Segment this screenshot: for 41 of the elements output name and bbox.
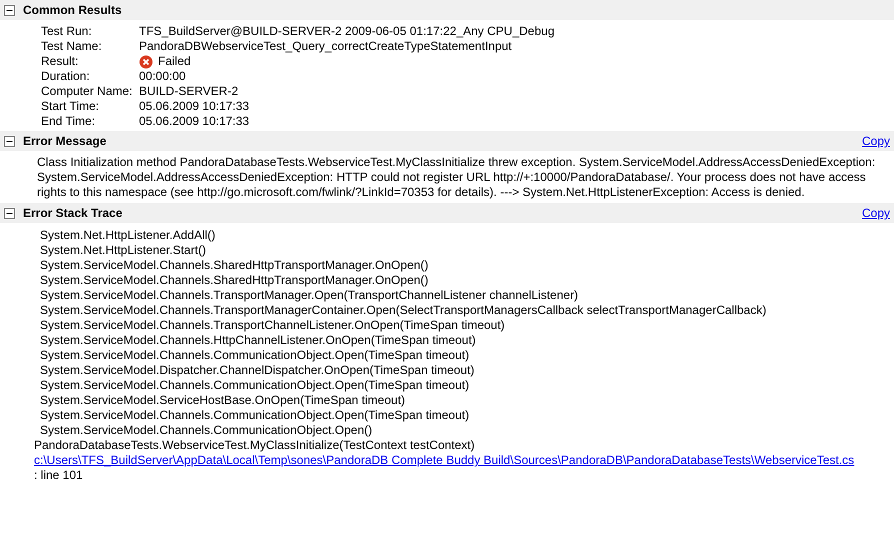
stack-frame: System.ServiceModel.Channels.SharedHttpTransportManager.OnOpen() xyxy=(34,258,428,272)
stack-frame: : line 101 xyxy=(34,468,83,482)
section-title: Error Message xyxy=(23,134,106,148)
section-title: Error Stack Trace xyxy=(23,206,122,220)
field-label: Test Run: xyxy=(41,24,93,39)
field-value: Failed xyxy=(158,54,191,69)
field-value: TFS_BuildServer@BUILD-SERVER-2 2009-06-05 01:17:22_Any CPU_Debug xyxy=(139,24,555,39)
stack-frame: System.ServiceModel.ServiceHostBase.OnOpen(TimeSpan timeout) xyxy=(34,393,406,407)
stack-frame: System.ServiceModel.Channels.TransportManager.Open(TransportChannelListener channelListener) xyxy=(34,288,578,302)
stack-frame: System.ServiceModel.Channels.SharedHttpTransportManager.OnOpen() xyxy=(34,273,428,287)
field-label: Duration: xyxy=(41,69,91,84)
stack-frame: System.ServiceModel.Channels.TransportManagerContainer.Open(SelectTransportManagersCallback selectTransportManagerCallback) xyxy=(34,303,766,317)
field-label: Result: xyxy=(41,54,80,69)
stack-frame: System.ServiceModel.Channels.CommunicationObject.Open() xyxy=(34,423,372,437)
stack-frame: PandoraDatabaseTests.WebserviceTest.MyClassInitialize(TestContext testContext) xyxy=(34,438,475,452)
field-label: Test Name: xyxy=(41,39,103,54)
collapse-icon[interactable] xyxy=(4,208,15,218)
stack-frame: System.ServiceModel.Channels.TransportChannelListener.OnOpen(TimeSpan timeout) xyxy=(34,318,505,332)
stack-frame: System.Net.HttpListener.AddAll() xyxy=(34,228,216,242)
collapse-icon[interactable] xyxy=(4,136,15,146)
field-label: Computer Name: xyxy=(41,84,134,99)
stack-frame: System.ServiceModel.Channels.HttpChannelListener.OnOpen(TimeSpan timeout) xyxy=(34,333,476,347)
field-label: End Time: xyxy=(41,114,96,129)
stack-frame: System.Net.HttpListener.Start() xyxy=(34,243,206,257)
file-link[interactable]: c:\Users\TFS_BuildServer\AppData\Local\Temp\sones\PandoraDB Complete Buddy Build\Sources\PandoraDB\PandoraDatabaseTests\WebserviceTest.cs xyxy=(34,453,854,467)
stack-frame: System.ServiceModel.Dispatcher.ChannelDispatcher.OnOpen(TimeSpan timeout) xyxy=(34,363,474,377)
field-value: 05.06.2009 10:17:33 xyxy=(139,114,250,129)
failed-icon xyxy=(139,54,153,68)
field-label: Start Time: xyxy=(41,99,100,114)
copy-link[interactable]: Copy xyxy=(862,206,890,220)
error-message: Class Initialization method PandoraDatabaseTests.WebserviceTest.MyClassInitialize threw exception. System.ServiceModel.AddressAccessDeniedException: System.ServiceModel.AddressAccessDeniedException: HTTP could not register URL http://+:10000/PandoraDatabase/. Your process does not have access rights to this namespace (see http://go.microsoft.com/fwlink/?LinkId=70353 for details). ---> System.Net.HttpListenerException: Access is denied. xyxy=(36,155,876,201)
field-value: BUILD-SERVER-2 xyxy=(139,84,238,99)
field-value: 05.06.2009 10:17:33 xyxy=(139,99,250,114)
section-title: Common Results xyxy=(23,3,122,17)
stack-frame: System.ServiceModel.Channels.CommunicationObject.Open(TimeSpan timeout) xyxy=(34,348,470,362)
stack-frame: System.ServiceModel.Channels.CommunicationObject.Open(TimeSpan timeout) xyxy=(34,408,470,422)
collapse-icon[interactable] xyxy=(4,4,15,16)
field-value: PandoraDBWebserviceTest_Query_correctCreateTypeStatementInput xyxy=(139,39,512,54)
stack-frame: System.ServiceModel.Channels.CommunicationObject.Open(TimeSpan timeout) xyxy=(34,378,470,392)
copy-link[interactable]: Copy xyxy=(862,134,890,148)
field-value: 00:00:00 xyxy=(139,69,186,84)
